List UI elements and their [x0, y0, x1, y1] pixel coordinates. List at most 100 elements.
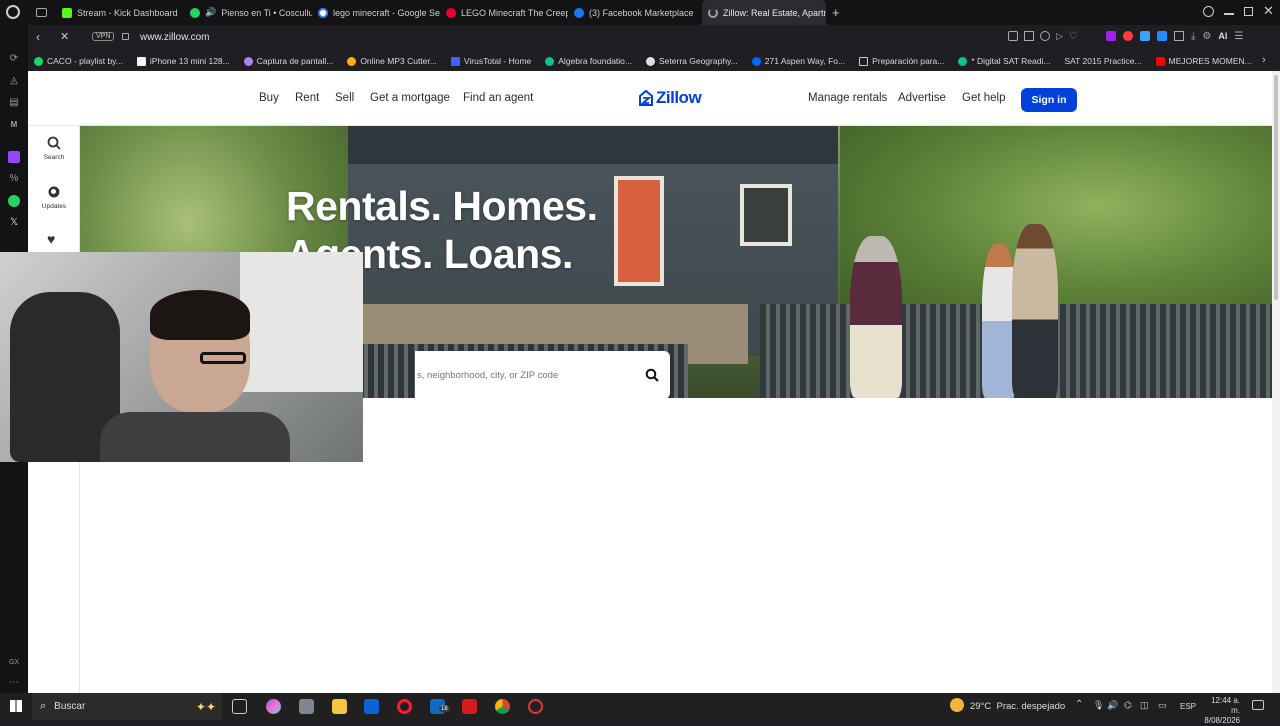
windows-start-icon[interactable]	[10, 700, 22, 712]
pinboard-icon[interactable]: ▤	[8, 97, 20, 109]
clock[interactable]: 12:44 a. m. 8/08/2026	[1202, 696, 1240, 726]
tab-google[interactable]: lego minecraft - Google Se	[312, 0, 440, 25]
zillow-logo[interactable]: Zillow	[639, 88, 702, 108]
loading-spinner-icon	[708, 7, 718, 18]
bookmark-item[interactable]: Preparación para...	[853, 56, 952, 66]
tab-spotify[interactable]: 🔊 Pienso en Ti • Cosculluela	[184, 0, 312, 25]
bookmark-item[interactable]: iPhone 13 mini 128...	[131, 56, 238, 66]
document-icon	[859, 56, 869, 66]
x-icon[interactable]: 𝕏	[8, 217, 20, 229]
camera-icon[interactable]	[299, 699, 314, 714]
tab-label: Pienso en Ti • Cosculluela	[221, 7, 312, 18]
extensions-puzzle-icon[interactable]	[1174, 31, 1184, 41]
nav-get-help[interactable]: Get help	[962, 92, 1005, 104]
aria-icon[interactable]: ◬	[8, 75, 20, 87]
copilot-icon[interactable]	[266, 699, 281, 714]
outlook-icon[interactable]	[364, 699, 379, 714]
notifications-icon[interactable]	[1252, 700, 1264, 710]
stop-icon[interactable]: ✕	[60, 30, 69, 43]
bookmark-item[interactable]: 271 Aspen Way, Fo...	[746, 56, 853, 66]
door-image	[614, 176, 664, 286]
adblock-icon[interactable]	[1040, 31, 1050, 41]
close-window-icon[interactable]: ✕	[1263, 3, 1274, 19]
side-updates[interactable]: Updates	[36, 185, 72, 210]
pdf-icon[interactable]	[462, 699, 477, 714]
tray-chevron-icon[interactable]: ⌃	[1075, 699, 1083, 710]
nav-sell[interactable]: Sell	[335, 92, 354, 104]
menu-icon[interactable]: ☰	[1234, 31, 1243, 42]
heart-icon[interactable]: ♥	[47, 231, 55, 247]
bookmark-item[interactable]: Online MP3 Cutter...	[341, 56, 445, 66]
bookmark-item[interactable]: Seterra Geography...	[640, 56, 746, 66]
volume-icon[interactable]: 🔊	[1107, 700, 1118, 711]
k-icon	[136, 56, 146, 66]
settings-icon[interactable]: ⚙	[1202, 31, 1211, 42]
download-icon[interactable]: ⤓	[1191, 31, 1195, 42]
weather-text[interactable]: 29°C Prac. despejado	[970, 701, 1065, 712]
mic-icon[interactable]: 🎙	[1093, 700, 1104, 711]
opera-icon[interactable]	[397, 699, 412, 714]
nav-rent[interactable]: Rent	[295, 92, 319, 104]
chrome-icon[interactable]	[495, 699, 510, 714]
snapshot-icon[interactable]	[1024, 31, 1034, 41]
network-icon[interactable]: ⌬	[1124, 700, 1132, 711]
task-view-icon[interactable]	[232, 699, 247, 714]
nav-advertise[interactable]: Advertise	[898, 92, 946, 104]
vpn-badge[interactable]: VPN	[92, 32, 115, 41]
file-explorer-icon[interactable]	[332, 699, 347, 714]
bookmark-item[interactable]: SAT 2015 Practice...	[1058, 56, 1149, 66]
side-search[interactable]: Search	[40, 136, 68, 161]
extension-icon[interactable]	[1123, 31, 1133, 41]
whatsapp-icon[interactable]	[8, 195, 20, 207]
bookmark-item[interactable]: Captura de pantall...	[238, 56, 342, 66]
scrollbar-thumb[interactable]	[1274, 75, 1278, 300]
history-icon[interactable]: ⟳	[8, 53, 20, 65]
new-tab-button[interactable]: +	[826, 0, 846, 25]
bookmark-item[interactable]: VirusTotal - Home	[445, 56, 539, 66]
shirt-image	[100, 412, 290, 462]
sign-in-button[interactable]: Sign in	[1021, 88, 1077, 112]
hero-search-box[interactable]	[415, 351, 670, 398]
search-icon[interactable]	[645, 368, 659, 382]
nav-buy[interactable]: Buy	[259, 92, 279, 104]
bookmark-item[interactable]: MEJORES MOMEN...	[1150, 56, 1260, 66]
heart-icon[interactable]: ♡	[1069, 31, 1078, 42]
wifi-icon[interactable]: ◫	[1140, 700, 1149, 711]
opera-menu-icon[interactable]	[6, 5, 20, 19]
tab-facebook[interactable]: (3) Facebook Marketplace	[568, 0, 696, 25]
mail-icon[interactable]: 18	[430, 699, 450, 714]
play-icon[interactable]: ▷	[1056, 31, 1063, 42]
more-icon[interactable]: ⋯	[8, 677, 20, 689]
language-indicator[interactable]: ESP	[1180, 702, 1196, 711]
pin-icon[interactable]	[1008, 31, 1018, 41]
bookmarks-overflow-icon[interactable]: ›	[1262, 54, 1266, 66]
url-field[interactable]: www.zillow.com	[140, 32, 209, 43]
extension-icon[interactable]	[1106, 31, 1116, 41]
extension-icon[interactable]	[1140, 31, 1150, 41]
tab-overview-icon[interactable]	[36, 8, 47, 17]
bookmark-item[interactable]: * Digital SAT Readi...	[952, 56, 1058, 66]
bookmark-item[interactable]: Algebra foundatio...	[539, 56, 640, 66]
taskbar-search[interactable]: ⌕ Buscar ✦✦	[32, 693, 222, 720]
extension-icon[interactable]	[1157, 31, 1167, 41]
nav-find-agent[interactable]: Find an agent	[463, 92, 533, 104]
ai-label[interactable]: AI	[1218, 31, 1227, 42]
search-tabs-icon[interactable]	[1203, 6, 1214, 17]
back-icon[interactable]: ‹	[36, 30, 40, 44]
speaker-icon[interactable]: 🔊	[205, 7, 216, 18]
app-icon[interactable]	[528, 699, 543, 714]
bookmark-item[interactable]: CACO - playlist by...	[28, 56, 131, 66]
tab-lego[interactable]: LEGO Minecraft The Creep	[440, 0, 568, 25]
nav-mortgage[interactable]: Get a mortgage	[370, 92, 450, 104]
search-input[interactable]	[415, 355, 635, 395]
twitch-icon[interactable]	[8, 151, 20, 163]
percent-icon[interactable]: %	[8, 173, 20, 185]
tab-zillow[interactable]: Zillow: Real Estate, Apartm	[702, 0, 826, 25]
nav-manage-rentals[interactable]: Manage rentals	[808, 92, 887, 104]
gx-icon[interactable]: GX	[8, 657, 20, 669]
battery-icon[interactable]: ▭	[1158, 700, 1167, 711]
minimize-icon[interactable]	[1224, 13, 1234, 15]
m-app-icon[interactable]: M	[8, 119, 20, 131]
tab-kick[interactable]: Stream - Kick Dashboard	[56, 0, 184, 25]
restore-icon[interactable]	[1244, 7, 1253, 16]
